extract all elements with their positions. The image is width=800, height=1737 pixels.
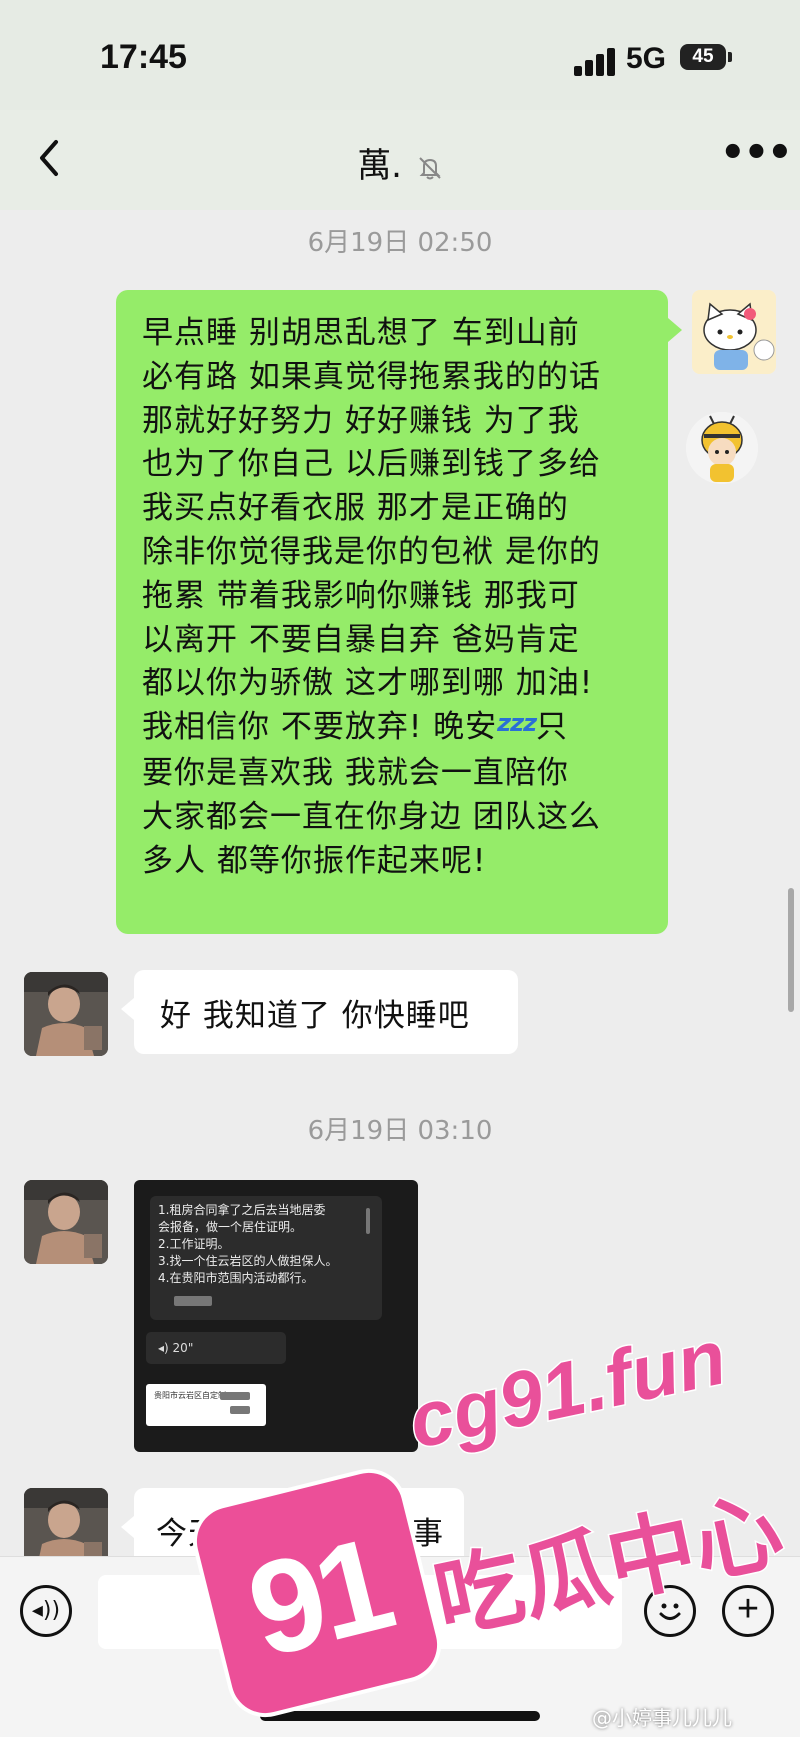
message-line: 早点睡 别胡思乱想了 车到山前 [142,315,580,351]
message-line: 必有路 如果真觉得拖累我的的话 [142,358,601,395]
message-line: 大家都会一直在你身边 团队这么 [142,798,601,835]
sticker-avatar[interactable] [686,412,758,484]
screenshot-text: 1.租房合同拿了之后去当地居委 会报备，做一个居住证明。 2.工作证明。 3.找… [158,1202,337,1287]
status-time: 17:45 [100,38,187,76]
screenshot-card: 贵阳市云岩区自定制 [146,1384,266,1426]
contact-photo [24,1180,108,1264]
screenshot-voice-message: ◂) 20" [146,1332,286,1364]
network-label: 5G [626,42,667,75]
bell-slash-icon [419,156,441,179]
message-line: 除非你觉得我是你的包袱 是你的 [142,533,601,570]
screenshot-line: 会报备，做一个居住证明。 [158,1220,303,1234]
screenshot-line: 1.租房合同拿了之后去当地居委 [158,1203,326,1217]
timestamp: 6月19日 03:10 [307,1116,493,1146]
watermark-badge-text: 91 [234,1509,402,1685]
chat-header: 萬. ••• [0,110,800,210]
contact-photo [24,972,108,1056]
kitty-avatar-image [692,290,776,374]
redaction-mark [230,1406,250,1414]
card-text: 贵阳市云岩区自定制 [154,1391,226,1400]
chat-title-text: 萬. [357,146,402,186]
message-line: 要你是喜欢我 我就会一直陪你 [142,754,569,791]
message-text: 好 我知道了 你快睡吧 [160,998,470,1034]
screenshot-line: 4.在贵阳市范围内活动都行。 [158,1271,314,1285]
battery-icon: 45 [680,44,732,70]
message-line-text: 我相信你 不要放弃! 晚安 [142,709,498,746]
redaction-mark [174,1296,212,1306]
image-message[interactable]: 1.租房合同拿了之后去当地居委 会报备，做一个居住证明。 2.工作证明。 3.找… [134,1180,418,1452]
message-line-tail: 只 [536,709,569,746]
watermark-site: cg91.fun [400,1311,735,1467]
credit-watermark: @小婷事儿儿儿 [592,1706,732,1730]
zzz-emoji: zzz [497,709,537,738]
screenshot-scrollbar [366,1208,370,1234]
chat-scrollbar[interactable] [788,888,794,1012]
status-bar: 17:45 5G 45 [0,0,800,110]
contact-avatar[interactable] [24,1180,108,1264]
redaction-mark [220,1392,250,1400]
screenshot-line: 2.工作证明。 [158,1237,230,1251]
outgoing-message-bubble[interactable]: 早点睡 别胡思乱想了 车到山前 必有路 如果真觉得拖累我的的话 那就好好努力 好… [116,290,682,934]
message-line: 那就好好努力 好好赚钱 为了我 [142,402,580,439]
incoming-message-bubble[interactable]: 好 我知道了 你快睡吧 [121,970,518,1054]
message-line: 多人 都等你振作起来呢! [142,842,487,879]
speaker-icon: ◂) [158,1341,169,1355]
signal-icon [574,46,618,76]
timestamp: 6月19日 02:50 [307,228,493,258]
bee-girl-sticker-image [686,412,758,484]
chat-title[interactable]: 萬. [0,138,800,187]
my-avatar[interactable] [692,290,776,374]
contact-avatar[interactable] [24,972,108,1056]
voice-button[interactable]: ◂)) [20,1585,72,1637]
voice-icon: ◂)) [31,1598,61,1623]
message-line: 我相信你 不要放弃! 晚安zzz只 [142,706,648,752]
more-button[interactable]: ••• [720,130,793,176]
message-line: 都以你为骄傲 这才哪到哪 加油! [142,665,594,702]
message-line: 也为了你自己 以后赚到钱了多给 [142,446,601,483]
voice-duration: 20" [172,1341,194,1355]
screenshot-line: 3.找一个住云岩区的人做担保人。 [158,1254,338,1268]
home-indicator [260,1711,540,1721]
message-line: 以离开 不要自暴自弃 爸妈肯定 [142,621,580,658]
message-line: 拖累 带着我影响你赚钱 那我可 [142,577,580,614]
message-line: 我买点好看衣服 那才是正确的 [142,490,569,527]
